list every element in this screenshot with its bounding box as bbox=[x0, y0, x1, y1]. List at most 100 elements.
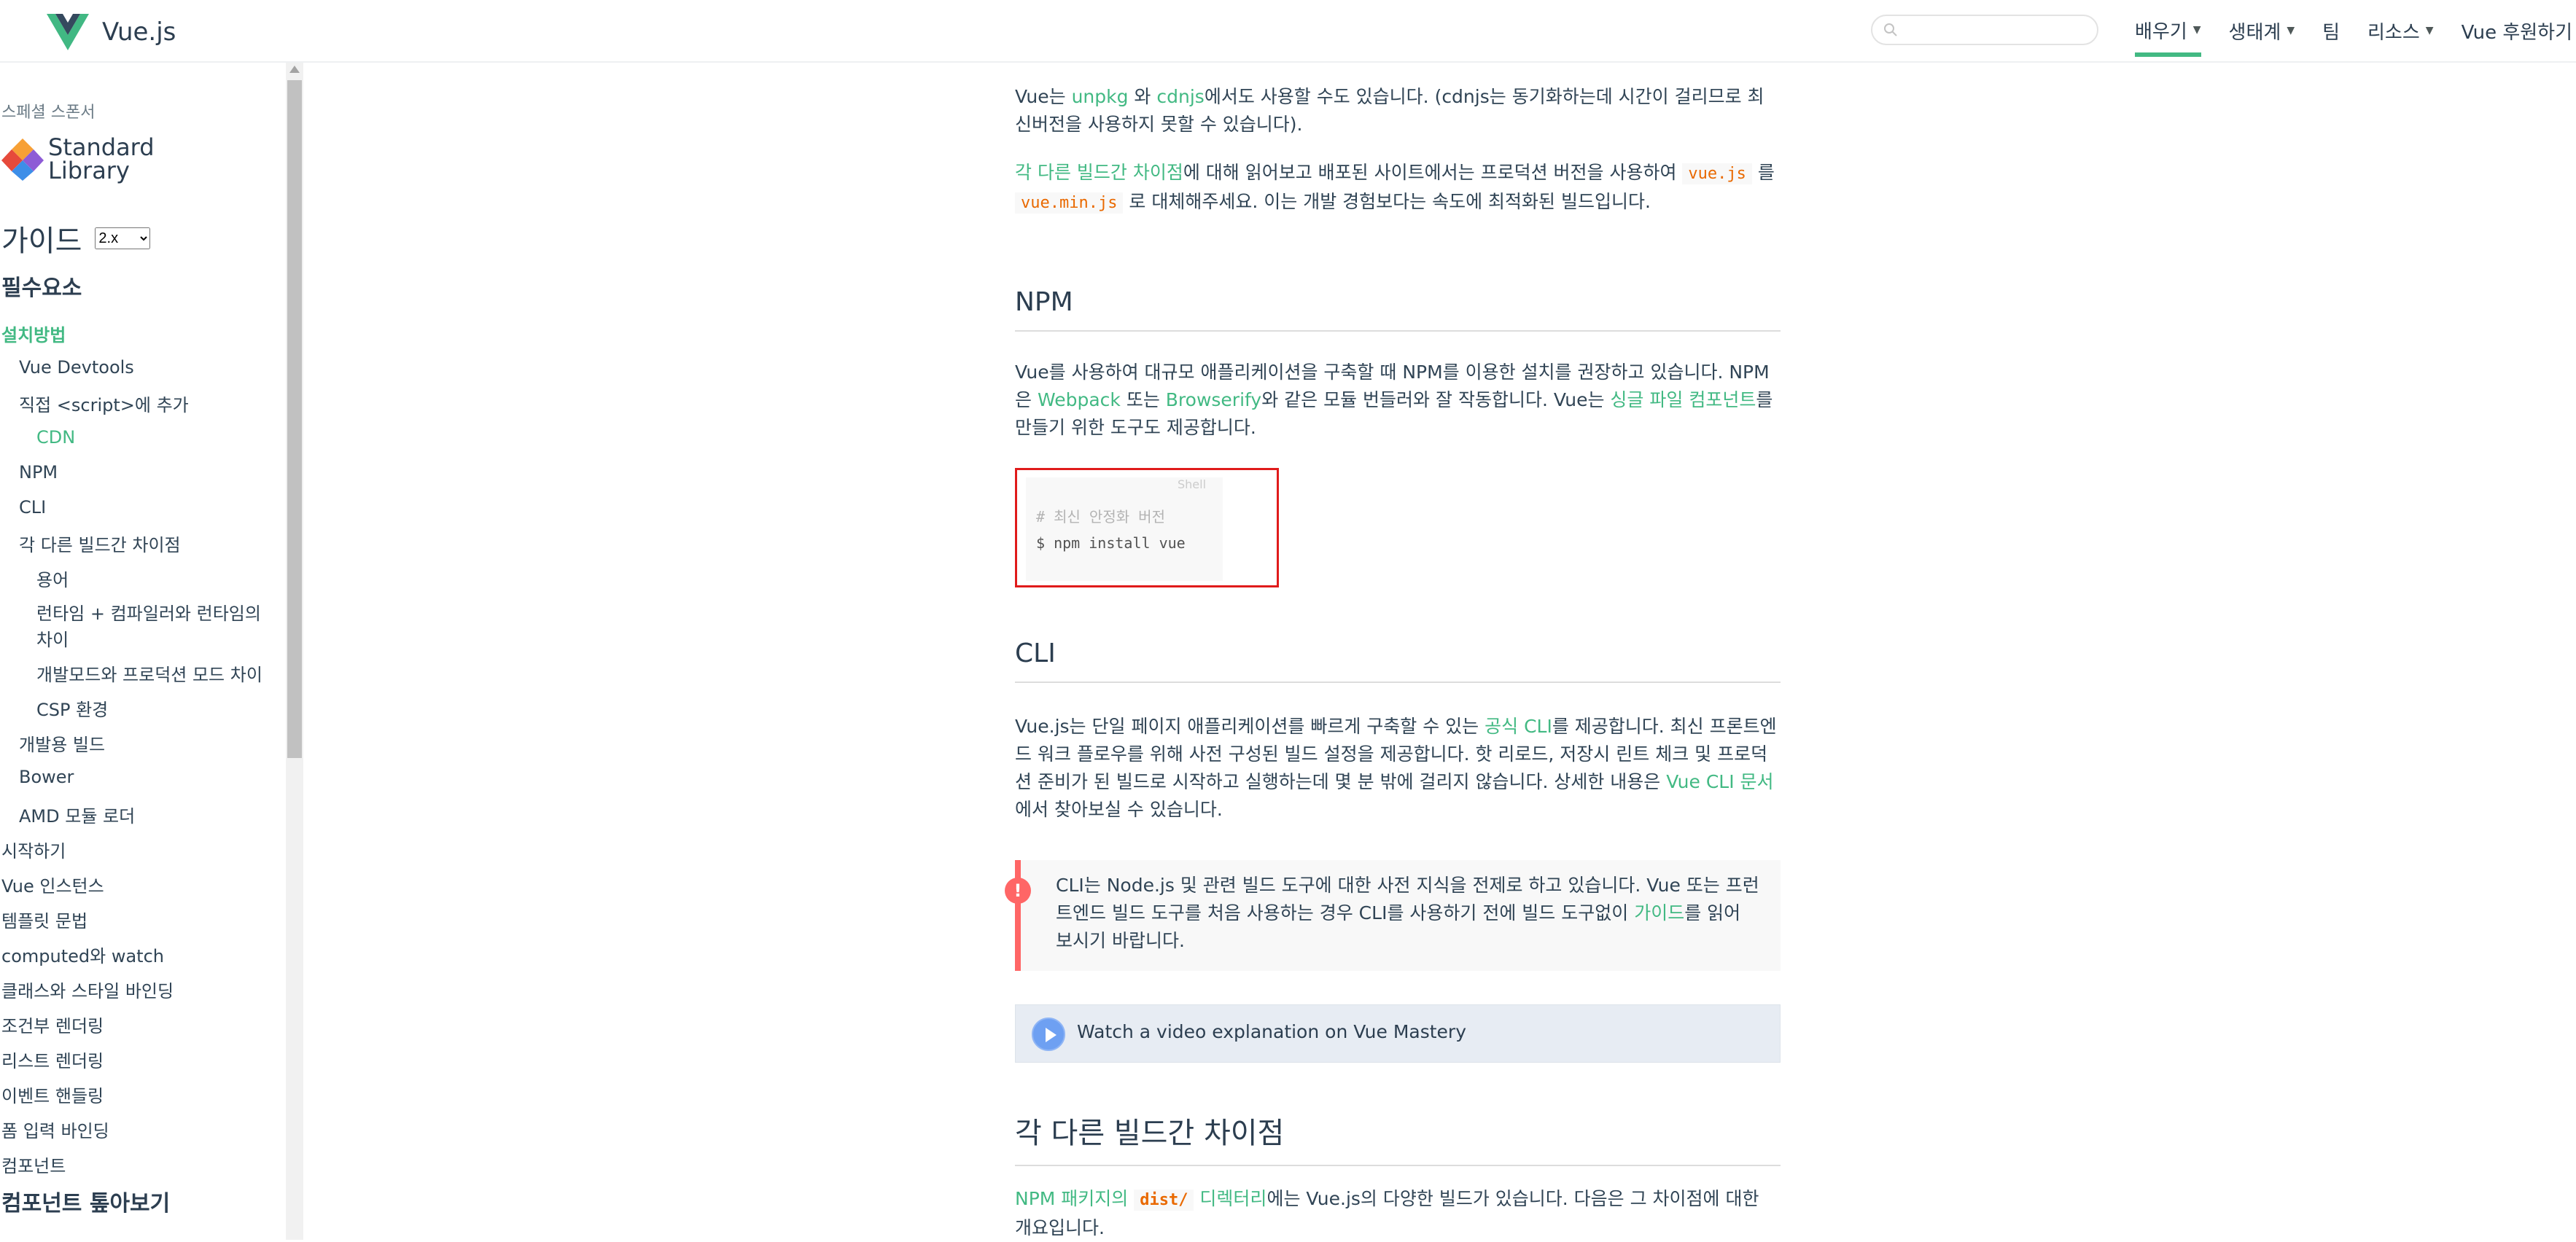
sidebar-item-npm[interactable]: NPM bbox=[19, 462, 58, 483]
text: Vue.js는 단일 페이지 애플리케이션를 빠르게 구축할 수 있는 bbox=[1015, 716, 1485, 737]
text: 또는 bbox=[1120, 389, 1166, 410]
paragraph-npm: Vue를 사용하여 대규모 애플리케이션을 구축할 때 NPM를 이용한 설치를… bbox=[1015, 359, 1781, 442]
sponsor-name: Standard Library bbox=[48, 136, 155, 182]
standard-library-logo-icon bbox=[1, 138, 44, 181]
logo-text: Vue.js bbox=[102, 17, 176, 47]
code-command: $ npm install vue bbox=[1036, 534, 1186, 552]
directory-link[interactable]: 디렉터리 bbox=[1194, 1188, 1266, 1209]
sidebar-item-class-style[interactable]: 클래스와 스타일 바인딩 bbox=[1, 977, 174, 1002]
chevron-down-icon: ▼ bbox=[2192, 24, 2201, 36]
single-file-components-link[interactable]: 싱글 파일 컴포넌트 bbox=[1610, 389, 1756, 410]
section-components-in-depth: 컴포넌트 톺아보기 bbox=[1, 1191, 171, 1216]
paragraph-build-differences: NPM 패키지의 dist/ 디렉터리에는 Vue.js의 다양한 빌드가 있습… bbox=[1015, 1185, 1781, 1242]
search-input[interactable] bbox=[1871, 15, 2098, 45]
sidebar-scrollbar[interactable] bbox=[286, 63, 303, 1240]
webpack-link[interactable]: Webpack bbox=[1038, 389, 1121, 410]
scroll-up-arrow-icon[interactable] bbox=[289, 66, 300, 73]
nav-learn-label: 배우기 bbox=[2135, 20, 2187, 43]
scrollbar-thumb[interactable] bbox=[287, 80, 302, 758]
sidebar-item-list-rendering[interactable]: 리스트 렌더링 bbox=[1, 1047, 104, 1072]
sidebar-item-bower[interactable]: Bower bbox=[19, 767, 74, 787]
cdnjs-link[interactable]: cdnjs bbox=[1156, 86, 1204, 107]
paragraph-cdn-alternatives: Vue는 unpkg 와 cdnjs에서도 사용할 수도 있습니다. (cdnj… bbox=[1015, 83, 1781, 138]
sidebar: 스페셜 스폰서 Standard Library 가이드 2.x 필수요소 설치… bbox=[0, 63, 286, 1240]
special-sponsor-label: 스페셜 스폰서 bbox=[1, 104, 96, 122]
text: Vue는 bbox=[1015, 86, 1072, 107]
sidebar-item-installation[interactable]: 설치방법 bbox=[1, 321, 66, 346]
text: 와 같은 모듈 번들러와 잘 작동합니다. Vue는 bbox=[1261, 389, 1611, 410]
heading-cli: CLI bbox=[1015, 638, 1781, 683]
nav-resources-label: 리소스 bbox=[2367, 21, 2420, 44]
text: 로 대체해주세요. 이는 개발 경험보다는 속도에 최적화된 빌드입니다. bbox=[1123, 191, 1651, 212]
sidebar-item-csp[interactable]: CSP 환경 bbox=[36, 695, 108, 721]
sponsor-logo[interactable]: Standard Library bbox=[1, 136, 155, 182]
nav-support-vue[interactable]: Vue 후원하기▼ bbox=[2462, 17, 2576, 44]
sidebar-item-template-syntax[interactable]: 템플릿 문법 bbox=[1, 907, 87, 932]
sponsor-name-line2: Library bbox=[48, 157, 130, 184]
main-nav: 배우기 ▼ 생태계 ▼ 팀 리소스 ▼ Vue 후원하기▼ bbox=[2135, 0, 2576, 61]
video-label[interactable]: Watch a video explanation on Vue Mastery bbox=[1077, 1021, 1466, 1042]
sidebar-item-direct-script[interactable]: 직접 <script>에 추가 bbox=[19, 391, 189, 416]
nav-learn[interactable]: 배우기 ▼ bbox=[2135, 17, 2201, 57]
nav-ecosystem-label: 생태계 bbox=[2228, 21, 2281, 44]
build-differences-link[interactable]: 각 다른 빌드간 차이점 bbox=[1015, 162, 1183, 183]
sidebar-item-runtime-compiler[interactable]: 런타임 + 컴파일러와 런타임의 bbox=[36, 599, 261, 625]
vue-cli-docs-link[interactable]: Vue CLI 문서 bbox=[1666, 771, 1773, 792]
sponsor-name-line1: Standard bbox=[48, 133, 155, 161]
vue-logo-icon bbox=[47, 14, 89, 50]
guide-title: 가이드 bbox=[1, 224, 82, 258]
sidebar-item-getting-started[interactable]: 시작하기 bbox=[1, 837, 66, 862]
nav-support-vue-label: Vue 후원하기 bbox=[2461, 21, 2573, 44]
paragraph-production-build: 각 다른 빌드간 차이점에 대해 읽어보고 배포된 사이트에서는 프로덕션 버전… bbox=[1015, 159, 1781, 217]
nav-ecosystem[interactable]: 생태계 ▼ bbox=[2229, 17, 2295, 44]
sidebar-item-runtime-compiler-line2[interactable]: 차이 bbox=[36, 625, 69, 651]
sidebar-item-event-handling[interactable]: 이벤트 핸들링 bbox=[1, 1082, 104, 1107]
section-essentials: 필수요소 bbox=[1, 276, 82, 301]
nav-resources[interactable]: 리소스 ▼ bbox=[2367, 17, 2434, 44]
sidebar-item-cli[interactable]: CLI bbox=[19, 497, 46, 518]
chevron-down-icon: ▼ bbox=[2287, 25, 2295, 36]
unpkg-link[interactable]: unpkg bbox=[1072, 86, 1129, 107]
play-icon[interactable] bbox=[1032, 1018, 1065, 1051]
sidebar-item-build-differences[interactable]: 각 다른 빌드간 차이점 bbox=[19, 531, 181, 556]
npm-package-link[interactable]: NPM 패키지의 bbox=[1015, 1188, 1134, 1209]
sidebar-item-terminology[interactable]: 용어 bbox=[36, 566, 69, 591]
sidebar-item-vue-devtools[interactable]: Vue Devtools bbox=[19, 357, 134, 378]
logo-link[interactable]: Vue.js bbox=[47, 13, 176, 51]
text: 에서 찾아보실 수 있습니다. bbox=[1015, 799, 1223, 820]
browserify-link[interactable]: Browserify bbox=[1166, 389, 1261, 410]
sidebar-item-cdn[interactable]: CDN bbox=[36, 427, 75, 448]
sidebar-item-dev-build[interactable]: 개발용 빌드 bbox=[19, 730, 105, 756]
sidebar-item-dev-vs-prod[interactable]: 개발모드와 프로덕션 모드 차이 bbox=[36, 660, 262, 686]
sidebar-item-conditional[interactable]: 조건부 렌더링 bbox=[1, 1012, 104, 1037]
warning-tip: ! CLI는 Node.js 및 관련 빌드 도구에 대한 사전 지식을 전제로… bbox=[1005, 860, 1781, 971]
sidebar-item-amd-loader[interactable]: AMD 모듈 로더 bbox=[19, 802, 135, 827]
warning-text: CLI는 Node.js 및 관련 빌드 도구에 대한 사전 지식을 전제로 하… bbox=[1056, 872, 1763, 955]
sidebar-item-vue-instance[interactable]: Vue 인스턴스 bbox=[1, 872, 104, 897]
text: 를 bbox=[1751, 162, 1775, 183]
sidebar-item-components[interactable]: 컴포넌트 bbox=[1, 1152, 66, 1177]
guide-header: 가이드 2.x bbox=[1, 217, 151, 259]
video-explanation-banner[interactable]: Watch a video explanation on Vue Mastery bbox=[1015, 1004, 1781, 1063]
heading-build-differences: 각 다른 빌드간 차이점 bbox=[1015, 1109, 1781, 1166]
code-block-highlighted: Shell # 최신 안정화 버전 $ npm install vue bbox=[1015, 468, 1279, 587]
sidebar-item-computed-watch[interactable]: computed와 watch bbox=[1, 942, 164, 967]
code-lang-label: Shell bbox=[1178, 477, 1207, 491]
chevron-down-icon: ▼ bbox=[2425, 25, 2434, 36]
nav-team-label: 팀 bbox=[2322, 21, 2340, 44]
official-cli-link[interactable]: 공식 CLI bbox=[1484, 716, 1552, 737]
nav-team[interactable]: 팀 bbox=[2322, 17, 2340, 44]
code-block bbox=[1026, 477, 1223, 581]
warning-icon: ! bbox=[1005, 878, 1031, 904]
paragraph-cli: Vue.js는 단일 페이지 애플리케이션를 빠르게 구축할 수 있는 공식 C… bbox=[1015, 713, 1781, 824]
top-header: Vue.js 배우기 ▼ 생태계 ▼ 팀 리소스 ▼ Vue 후원하기▼ bbox=[0, 0, 2576, 63]
inline-code: dist/ bbox=[1134, 1190, 1194, 1211]
search-icon bbox=[1884, 23, 1897, 36]
sidebar-item-form-input[interactable]: 폼 입력 바인딩 bbox=[1, 1117, 109, 1142]
text: 에 대해 읽어보고 배포된 사이트에서는 프로덕션 버전을 사용하여 bbox=[1183, 162, 1683, 183]
text: 와 bbox=[1128, 86, 1157, 107]
guide-link[interactable]: 가이드 bbox=[1634, 902, 1684, 923]
inline-code: vue.min.js bbox=[1015, 192, 1124, 214]
code-comment: # 최신 안정화 버전 bbox=[1036, 508, 1165, 526]
version-select[interactable]: 2.x bbox=[95, 227, 151, 249]
